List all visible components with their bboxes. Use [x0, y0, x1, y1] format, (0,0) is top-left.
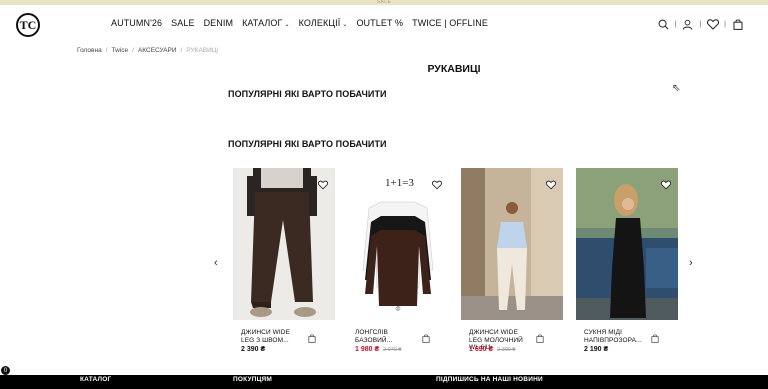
product-card[interactable]: СУКНЯ МІДІ НАПІВПРОЗОРА... 2 190 ₴ [576, 168, 678, 353]
mouse-cursor-icon: ⇖ [672, 83, 681, 94]
breadcrumb-separator: / [105, 47, 108, 54]
product-image[interactable] [576, 168, 678, 320]
carousel-next-button[interactable]: › [689, 257, 693, 269]
nav-item-denim[interactable]: DENIM [204, 18, 234, 28]
product-name[interactable]: СУКНЯ МІДІ НАПІВПРОЗОРА... [584, 329, 648, 344]
breadcrumb-accessories[interactable]: АКСЕСУАРИ [138, 47, 177, 54]
nav-label: TWICE | OFFLINE [412, 18, 488, 28]
product-price: 2 190 ₴ [584, 346, 608, 353]
wishlist-heart-icon[interactable] [661, 177, 671, 190]
section-title-popular-1: ПОПУЛЯРНІ ЯКІ ВАРТО ПОБАЧИТИ [228, 89, 387, 99]
nav-item-autumn[interactable]: AUTUMN'26 [111, 18, 162, 28]
nav-label: КОЛЕКЦІЇ [298, 18, 341, 28]
brand-logo-text: TC [19, 17, 37, 32]
product-name[interactable]: ЛОНГСЛІВ БАЗОВИЙ... [355, 329, 419, 344]
icon-separator: | [699, 21, 702, 28]
header-icons: | | | [657, 18, 744, 31]
product-image[interactable] [233, 168, 335, 320]
add-to-cart-icon[interactable] [422, 330, 432, 343]
footer-catalog-link[interactable]: КАТАЛОГ [80, 376, 111, 383]
site-footer: КАТАЛОГ ПОКУПЦЯМ ПІДПИШИСЬ НА НАШІ НОВИН… [0, 375, 768, 389]
breadcrumb-separator: / [132, 47, 134, 54]
bag-icon[interactable] [731, 18, 744, 31]
nav-label: КАТАЛОГ [242, 18, 283, 28]
chevron-down-icon: ⌄ [342, 22, 348, 28]
search-icon[interactable] [657, 18, 670, 31]
user-icon[interactable] [681, 18, 694, 31]
product-price-value: 2 390 ₴ [241, 346, 266, 353]
product-price-value: 1 980 ₴ [355, 346, 380, 353]
wishlist-heart-icon[interactable] [318, 177, 328, 190]
product-photo-longsleeves: ◎ [347, 168, 449, 320]
breadcrumb-separator: / [180, 47, 183, 54]
carousel-prev-button[interactable]: ‹ [214, 257, 218, 269]
nav-item-collections[interactable]: КОЛЕКЦІЇ ⌄ [299, 18, 348, 28]
product-image[interactable]: ◎ 1+1=3 [347, 168, 449, 320]
page-title: РУКАВИЦІ [427, 63, 481, 75]
product-photo-jeans [233, 168, 335, 320]
add-to-cart-icon[interactable] [308, 330, 318, 343]
svg-text:◎: ◎ [395, 306, 400, 312]
add-to-cart-icon[interactable] [536, 330, 546, 343]
product-card[interactable]: ДЖИНСИ WIDE LEG З ШВОМ... 2 390 ₴ [233, 168, 335, 353]
breadcrumb: Головна / Twice / АКСЕСУАРИ / РУКАВИЦІ [77, 47, 218, 54]
breadcrumb-current: РУКАВИЦІ [186, 47, 219, 54]
nav-label: OUTLET % [356, 18, 404, 28]
product-price: 1 980 ₴ 2 970 ₴ [355, 346, 402, 353]
section-title-popular-2: ПОПУЛЯРНІ ЯКІ ВАРТО ПОБАЧИТИ [228, 139, 387, 149]
site-header: TC AUTUMN'26 SALE DENIM КАТАЛОГ ⌄ КОЛЕКЦІ… [0, 5, 768, 43]
wishlist-heart-icon[interactable] [546, 177, 556, 190]
nav-item-sale[interactable]: SALE [171, 18, 194, 28]
nav-label: SALE [171, 18, 195, 28]
nav-item-catalog[interactable]: КАТАЛОГ ⌄ [242, 18, 290, 28]
nav-item-outlet[interactable]: OUTLET % [356, 18, 403, 28]
wishlist-heart-icon[interactable] [432, 177, 442, 190]
product-name[interactable]: ДЖИНСИ WIDE LEG З ШВОМ... [241, 329, 305, 344]
product-price: 2 390 ₴ [241, 346, 265, 353]
product-card[interactable]: ДЖИНСИ WIDE LEG МОЛОЧНИЙ WL 611 1 690 ₴ 2… [461, 168, 563, 353]
notification-badge[interactable]: 0 [1, 366, 10, 375]
product-photo-black-dress [576, 168, 678, 320]
promo-image-text: 1+1=3 [385, 177, 414, 189]
icon-separator: | [724, 21, 726, 28]
product-photo-white-jeans [461, 168, 563, 320]
icon-separator: | [674, 21, 677, 28]
product-old-price: 2 300 ₴ [497, 347, 516, 353]
product-card[interactable]: ◎ 1+1=3 ЛОНГСЛІВ БАЗОВИЙ... 1 980 ₴ 2 970… [347, 168, 449, 353]
breadcrumb-home[interactable]: Головна [77, 47, 102, 54]
nav-item-offline[interactable]: TWICE | OFFLINE [412, 18, 488, 28]
product-price: 1 690 ₴ 2 300 ₴ [469, 346, 516, 353]
main-nav: AUTUMN'26 SALE DENIM КАТАЛОГ ⌄ КОЛЕКЦІЇ ⌄ … [111, 18, 488, 28]
nav-label: AUTUMN'26 [111, 18, 163, 28]
product-price-value: 1 690 ₴ [469, 346, 494, 353]
footer-customers-link[interactable]: ПОКУПЦЯМ [233, 376, 272, 383]
product-old-price: 2 970 ₴ [383, 347, 402, 353]
heart-icon[interactable] [706, 18, 719, 31]
product-image[interactable] [461, 168, 563, 320]
brand-logo[interactable]: TC [16, 13, 40, 37]
footer-subscribe-heading: ПІДПИШИСЬ НА НАШІ НОВИНИ [436, 376, 543, 383]
breadcrumb-twice[interactable]: Twice [112, 47, 129, 54]
nav-label: DENIM [203, 18, 234, 28]
add-to-cart-icon[interactable] [651, 330, 661, 343]
product-price-value: 2 190 ₴ [584, 346, 609, 353]
chevron-down-icon: ⌄ [284, 22, 290, 28]
